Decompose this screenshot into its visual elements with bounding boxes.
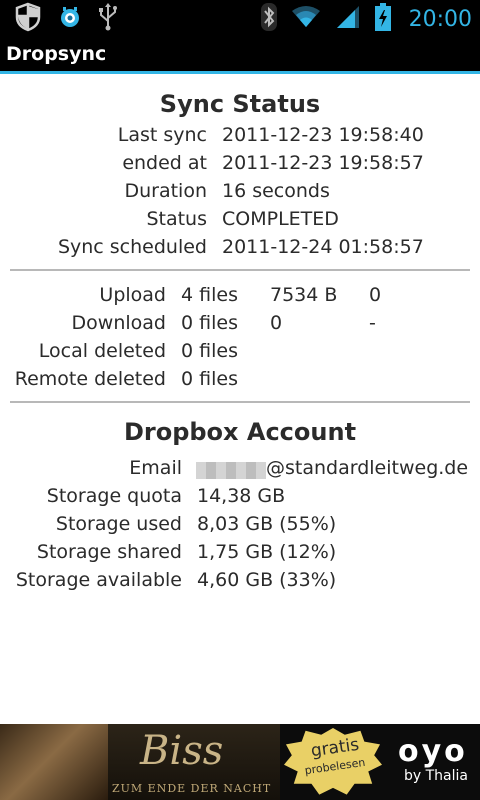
row-label: Remote deleted — [14, 368, 166, 390]
status-bar: 20:00 — [0, 0, 480, 38]
ad-brand-sub: by Thalia — [404, 768, 468, 784]
row-label: Sync scheduled — [57, 236, 207, 258]
row-value: 2011-12-23 19:58:57 — [222, 152, 424, 174]
app-title: Dropsync — [6, 43, 107, 65]
row-value: COMPLETED — [222, 208, 339, 230]
ad-book-title: Biss — [140, 728, 224, 774]
row-label: ended at — [122, 152, 207, 174]
redacted-email-user — [196, 462, 266, 479]
divider — [10, 269, 470, 271]
download-row: Download 0 files 0 - — [0, 312, 480, 340]
row-label: Upload — [99, 284, 166, 306]
row-label: Storage used — [55, 513, 182, 535]
upload-row: Upload 4 files 7534 B 0 — [0, 284, 480, 312]
storage-quota-row: Storage quota 14,38 GB — [0, 485, 480, 513]
row-value: 2011-12-23 19:58:40 — [222, 124, 424, 146]
sync-bot-icon — [58, 5, 82, 33]
ad-brand-logo: oyo — [398, 734, 468, 769]
wifi-icon — [291, 5, 321, 33]
bluetooth-icon — [260, 3, 277, 35]
row-label: Email — [129, 457, 182, 479]
row-label: Storage available — [15, 569, 182, 591]
usb-icon — [98, 3, 118, 35]
ended-at-row: ended at 2011-12-23 19:58:57 — [0, 152, 480, 180]
bytes-value: 0 — [270, 312, 283, 334]
dropbox-account-heading: Dropbox Account — [123, 418, 357, 446]
error-count: 0 — [369, 284, 382, 306]
row-label: Local deleted — [38, 340, 166, 362]
shield-icon — [14, 2, 42, 36]
action-bar: Dropsync — [0, 38, 480, 74]
remote-deleted-row: Remote deleted 0 files — [0, 368, 480, 396]
row-label: Status — [146, 208, 207, 230]
error-count: - — [369, 312, 376, 334]
email-domain: @standardleitweg.de — [266, 457, 469, 479]
row-label: Last sync — [117, 124, 207, 146]
storage-used-row: Storage used 8,03 GB (55%) — [0, 513, 480, 541]
ad-banner[interactable]: Biss ZUM ENDE DER NACHT gratis probelese… — [0, 724, 480, 800]
sync-status-heading: Sync Status — [159, 90, 321, 118]
storage-available-row: Storage available 4,60 GB (33%) — [0, 569, 480, 597]
files-count: 0 files — [181, 368, 238, 390]
row-label: Storage quota — [46, 485, 182, 507]
row-value: 1,75 GB (12%) — [197, 541, 337, 563]
files-count: 0 files — [181, 340, 238, 362]
ad-book-subtitle: ZUM ENDE DER NACHT — [112, 782, 272, 795]
status-row: Status COMPLETED — [0, 208, 480, 236]
row-value: 2011-12-24 01:58:57 — [222, 236, 424, 258]
row-value: 16 seconds — [222, 180, 330, 202]
row-value: 14,38 GB — [197, 485, 286, 507]
row-label: Download — [71, 312, 166, 334]
last-sync-row: Last sync 2011-12-23 19:58:40 — [0, 124, 480, 152]
clock: 20:00 — [408, 6, 472, 32]
row-value: 4,60 GB (33%) — [197, 569, 337, 591]
battery-icon — [374, 3, 391, 35]
divider — [10, 401, 470, 403]
files-count: 4 files — [181, 284, 238, 306]
local-deleted-row: Local deleted 0 files — [0, 340, 480, 368]
storage-shared-row: Storage shared 1,75 GB (12%) — [0, 541, 480, 569]
ad-portrait-image — [0, 724, 108, 800]
row-value: 8,03 GB (55%) — [197, 513, 337, 535]
sync-scheduled-row: Sync scheduled 2011-12-24 01:58:57 — [0, 236, 480, 264]
row-label: Duration — [124, 180, 207, 202]
email-row: Email @standardleitweg.de — [0, 457, 480, 485]
bytes-value: 7534 B — [270, 284, 338, 306]
row-label: Storage shared — [36, 541, 182, 563]
duration-row: Duration 16 seconds — [0, 180, 480, 208]
files-count: 0 files — [181, 312, 238, 334]
signal-icon — [335, 4, 361, 34]
